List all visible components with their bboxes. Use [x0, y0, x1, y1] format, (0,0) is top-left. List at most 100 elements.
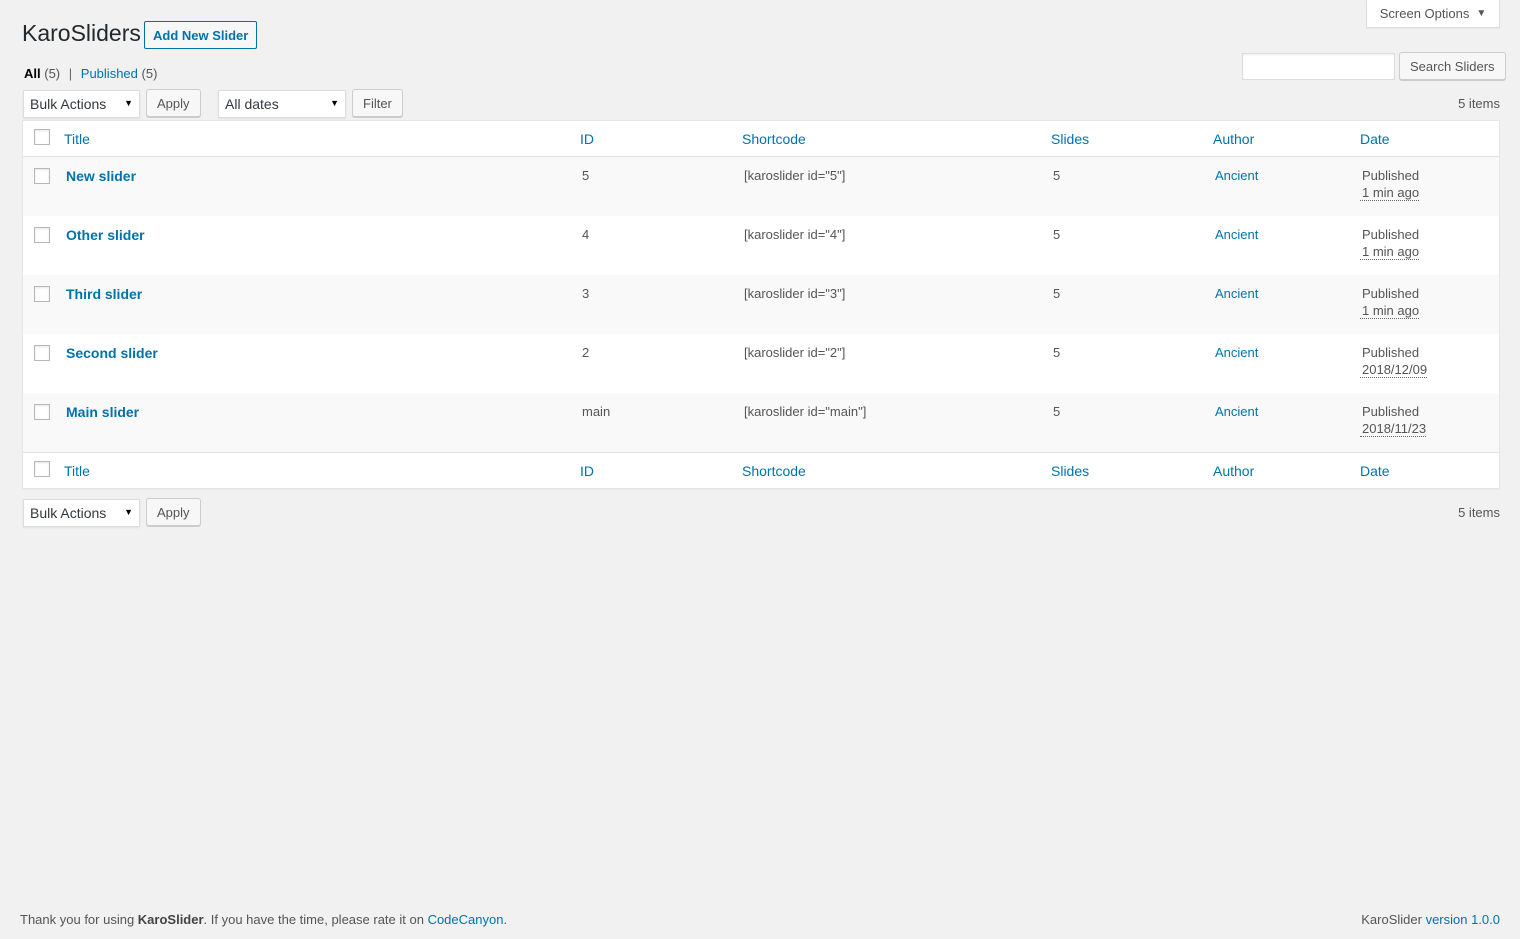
dates-filter-select[interactable]: All dates ▼: [218, 90, 346, 118]
footer-thanks-suffix: .: [503, 912, 508, 927]
title-cell: Main slider: [64, 393, 580, 453]
filter-button[interactable]: Filter: [352, 89, 403, 117]
column-header-id: ID: [580, 121, 742, 157]
row-check-cell: [23, 334, 64, 393]
slider-shortcode: [karoslider id="main"]: [744, 404, 867, 419]
slides-cell: 5: [1051, 275, 1213, 334]
select-all-cell: [23, 452, 64, 488]
author-cell: Ancient: [1213, 216, 1360, 275]
slider-id: 3: [582, 286, 590, 301]
page-title: KaroSliders: [22, 20, 141, 46]
select-caret-icon: ▼: [124, 507, 133, 517]
sort-id-link[interactable]: ID: [580, 463, 594, 479]
date-cell: Published 2018/12/09: [1360, 334, 1499, 393]
items-count-top: 5 items: [1458, 96, 1500, 111]
author-link[interactable]: Ancient: [1213, 168, 1258, 183]
column-header-title: Title: [64, 121, 580, 157]
screen-options-button[interactable]: Screen Options ▼: [1366, 0, 1500, 28]
id-cell: 4: [580, 216, 742, 275]
bulk-actions-value: Bulk Actions: [30, 96, 107, 112]
select-all-checkbox[interactable]: [34, 129, 50, 145]
view-all-count: (5): [44, 66, 61, 81]
version-link[interactable]: version 1.0.0: [1426, 912, 1500, 927]
sort-shortcode-link[interactable]: Shortcode: [742, 131, 806, 147]
row-checkbox[interactable]: [34, 168, 50, 184]
date-cell: Published 2018/11/23: [1360, 393, 1499, 453]
slider-title-link[interactable]: Other slider: [64, 227, 145, 243]
search-sliders-button[interactable]: Search Sliders: [1399, 52, 1506, 80]
view-all-link[interactable]: All: [24, 66, 41, 81]
select-all-checkbox-bottom[interactable]: [34, 461, 50, 477]
sort-author-link[interactable]: Author: [1213, 131, 1254, 147]
author-cell: Ancient: [1213, 393, 1360, 453]
bulk-actions-select-top[interactable]: Bulk Actions ▼: [23, 90, 140, 118]
sort-date-link[interactable]: Date: [1360, 463, 1390, 479]
slider-id: main: [582, 404, 611, 419]
slider-shortcode: [karoslider id="3"]: [744, 286, 846, 301]
status-text: Published: [1362, 286, 1420, 301]
bulk-actions-select-bottom[interactable]: Bulk Actions ▼: [23, 499, 140, 527]
sort-slides-link[interactable]: Slides: [1051, 131, 1089, 147]
date-text: 1 min ago: [1360, 185, 1420, 201]
date-cell: Published 1 min ago: [1360, 216, 1499, 275]
slider-slides-count: 5: [1053, 345, 1061, 360]
table-row: Second slider 2 [karoslider id="2"] 5 An…: [23, 334, 1499, 393]
status-text: Published: [1362, 345, 1420, 360]
row-checkbox[interactable]: [34, 345, 50, 361]
column-footer-slides: Slides: [1051, 452, 1213, 488]
column-footer-id: ID: [580, 452, 742, 488]
sort-date-link[interactable]: Date: [1360, 131, 1390, 147]
column-header-shortcode: Shortcode: [742, 121, 1051, 157]
view-published-count: (5): [141, 66, 158, 81]
column-header-slides: Slides: [1051, 121, 1213, 157]
view-published-link[interactable]: Published: [81, 66, 138, 81]
date-text: 1 min ago: [1360, 244, 1420, 260]
title-cell: Second slider: [64, 334, 580, 393]
date-text: 1 min ago: [1360, 303, 1420, 319]
author-cell: Ancient: [1213, 157, 1360, 217]
screen-options-label: Screen Options: [1379, 6, 1470, 21]
id-cell: 5: [580, 157, 742, 217]
dates-filter-value: All dates: [225, 96, 279, 112]
author-link[interactable]: Ancient: [1213, 227, 1258, 242]
slider-title-link[interactable]: Second slider: [64, 345, 158, 361]
author-link[interactable]: Ancient: [1213, 286, 1258, 301]
sort-title-link[interactable]: Title: [64, 463, 90, 479]
sort-shortcode-link[interactable]: Shortcode: [742, 463, 806, 479]
search-input[interactable]: [1242, 53, 1395, 80]
status-text: Published: [1362, 227, 1420, 242]
row-checkbox[interactable]: [34, 404, 50, 420]
table-footer-row: Title ID Shortcode Slides Author Date: [23, 452, 1499, 488]
table-header-row: Title ID Shortcode Slides Author Date: [23, 121, 1499, 157]
author-cell: Ancient: [1213, 334, 1360, 393]
row-checkbox[interactable]: [34, 227, 50, 243]
row-check-cell: [23, 393, 64, 453]
column-header-date: Date: [1360, 121, 1499, 157]
sort-slides-link[interactable]: Slides: [1051, 463, 1089, 479]
sort-author-link[interactable]: Author: [1213, 463, 1254, 479]
row-check-cell: [23, 157, 64, 217]
author-link[interactable]: Ancient: [1213, 404, 1258, 419]
date-text: 2018/11/23: [1360, 421, 1427, 437]
apply-button-top[interactable]: Apply: [146, 89, 201, 117]
add-new-slider-button[interactable]: Add New Slider: [144, 21, 258, 49]
sort-id-link[interactable]: ID: [580, 131, 594, 147]
codecanyon-link[interactable]: CodeCanyon: [428, 912, 504, 927]
column-footer-author: Author: [1213, 452, 1360, 488]
status-text: Published: [1362, 404, 1420, 419]
id-cell: 2: [580, 334, 742, 393]
slider-shortcode: [karoslider id="2"]: [744, 345, 846, 360]
slider-title-link[interactable]: Main slider: [64, 404, 139, 420]
id-cell: main: [580, 393, 742, 453]
table-row: New slider 5 [karoslider id="5"] 5 Ancie…: [23, 156, 1499, 217]
shortcode-cell: [karoslider id="4"]: [742, 216, 1051, 275]
shortcode-cell: [karoslider id="5"]: [742, 157, 1051, 217]
row-checkbox[interactable]: [34, 286, 50, 302]
author-link[interactable]: Ancient: [1213, 345, 1258, 360]
apply-button-bottom[interactable]: Apply: [146, 498, 201, 526]
slider-title-link[interactable]: New slider: [64, 168, 136, 184]
slider-title-link[interactable]: Third slider: [64, 286, 142, 302]
sort-title-link[interactable]: Title: [64, 131, 90, 147]
id-cell: 3: [580, 275, 742, 334]
view-separator: |: [68, 66, 73, 81]
